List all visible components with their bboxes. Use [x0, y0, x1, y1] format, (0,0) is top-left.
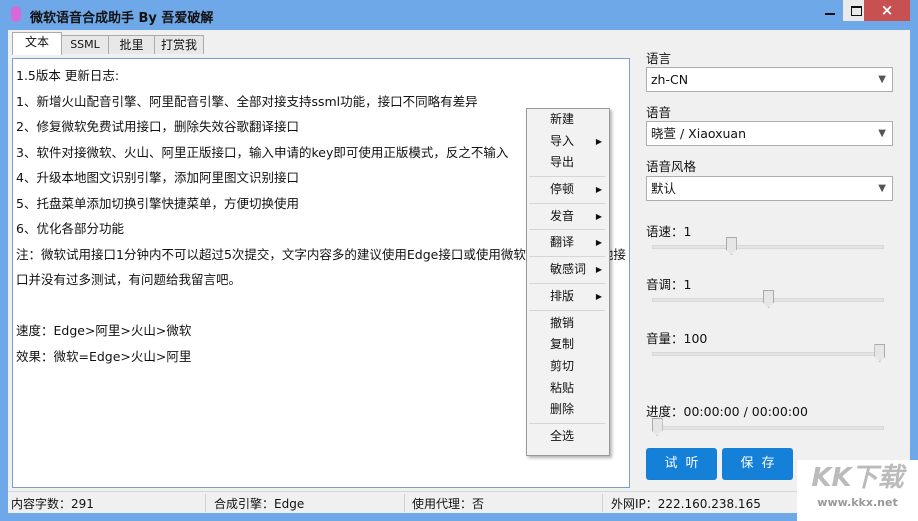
- language-select[interactable]: zh-CN ▼: [646, 67, 893, 92]
- chevron-down-icon: ▼: [878, 74, 886, 85]
- microphone-icon: [11, 6, 21, 22]
- style-label: 语音风格: [646, 159, 697, 174]
- close-button[interactable]: ×: [864, 0, 910, 21]
- submenu-arrow-icon: ▶: [595, 211, 602, 221]
- submenu-arrow-icon: ▶: [595, 238, 602, 248]
- menu-item-label: 全选: [550, 428, 575, 443]
- chevron-down-icon: ▼: [878, 128, 886, 139]
- submenu-arrow-icon: ▶: [595, 291, 602, 301]
- menu-item[interactable]: 复制: [527, 334, 609, 356]
- proxy-status: 使用代理：否: [412, 497, 485, 511]
- menu-item[interactable]: 删除: [527, 399, 609, 421]
- title-bar: 微软语音合成助手 By 吾爱破解 ×: [0, 0, 918, 30]
- language-label: 语言: [646, 51, 672, 66]
- menu-separator: [529, 309, 605, 311]
- minimize-button[interactable]: [817, 0, 843, 21]
- menu-item-label: 翻译: [550, 235, 575, 250]
- language-value: zh-CN: [651, 72, 689, 87]
- main-window: 文本 SSML 批里 打赏我 1.5版本 更新日志: 1、新增火山配音引擎、阿里…: [8, 30, 910, 513]
- slider-thumb[interactable]: [874, 344, 886, 362]
- voice-value: 晓萱 / Xiaoxuan: [651, 126, 747, 141]
- menu-item-label: 排版: [550, 288, 575, 303]
- menu-item[interactable]: 粘贴: [527, 378, 609, 400]
- menu-item-label: 导出: [550, 155, 575, 170]
- watermark-url: www.kkx.net: [817, 496, 898, 509]
- menu-item-label: 发音: [550, 208, 575, 223]
- menu-separator: [529, 202, 605, 204]
- context-menu: 新建导入 ▶ 导出停顿 ▶ 发音 ▶ 翻译 ▶ 敏感词 ▶ 排版 ▶ 撤销复制剪切粘贴删除全选: [526, 108, 610, 456]
- menu-item-label: 停顿: [550, 182, 575, 197]
- submenu-arrow-icon: ▶: [595, 185, 602, 195]
- tab-ssml[interactable]: SSML: [60, 35, 110, 54]
- menu-item-label: 删除: [550, 402, 575, 417]
- tab-batch[interactable]: 批里: [108, 35, 155, 54]
- menu-item-label: 撤销: [550, 315, 575, 330]
- menu-item-label: 复制: [550, 337, 575, 352]
- menu-item[interactable]: 新建: [527, 109, 609, 131]
- menu-item[interactable]: 撤销: [527, 313, 609, 335]
- submenu-arrow-icon: ▶: [595, 265, 602, 275]
- menu-item-label: 剪切: [550, 358, 575, 373]
- menu-item[interactable]: 全选: [527, 426, 609, 448]
- slider-thumb[interactable]: [651, 418, 663, 436]
- menu-separator: [529, 282, 605, 284]
- engine-status: 合成引擎：Edge: [214, 497, 305, 511]
- save-button[interactable]: 保存: [722, 448, 793, 480]
- watermark: KK下载 www.kkx.net: [797, 460, 918, 521]
- slider-thumb[interactable]: [763, 290, 774, 308]
- window-title: 微软语音合成助手 By 吾爱破解: [30, 11, 214, 26]
- tab-text[interactable]: 文本: [12, 32, 62, 55]
- speed-slider[interactable]: [652, 237, 884, 257]
- menu-item-label: 粘贴: [550, 380, 575, 395]
- menu-item[interactable]: 剪切: [527, 356, 609, 378]
- submenu-arrow-icon: ▶: [595, 136, 602, 146]
- menu-item-label: 新建: [550, 112, 575, 126]
- char-count: 内容字数：291: [11, 497, 94, 511]
- menu-separator: [529, 176, 605, 178]
- menu-item[interactable]: 翻译 ▶: [527, 232, 609, 254]
- menu-separator: [529, 422, 605, 424]
- menu-item-label: 敏感词: [550, 262, 587, 277]
- menu-separator: [529, 229, 605, 231]
- pitch-slider[interactable]: [652, 290, 884, 310]
- menu-item[interactable]: 导入 ▶: [527, 131, 609, 153]
- progress-slider[interactable]: [651, 418, 884, 438]
- ip-status: 外网IP：222.160.238.165: [611, 497, 761, 511]
- volume-slider[interactable]: [652, 344, 886, 364]
- style-value: 默认: [651, 181, 677, 196]
- menu-item[interactable]: 敏感词 ▶: [527, 259, 609, 281]
- slider-thumb[interactable]: [725, 237, 737, 255]
- menu-item[interactable]: 导出: [527, 152, 609, 174]
- menu-separator: [529, 256, 605, 258]
- chevron-down-icon: ▼: [878, 183, 886, 194]
- menu-item-label: 导入: [550, 133, 575, 148]
- tab-donate[interactable]: 打赏我: [154, 35, 204, 54]
- style-select[interactable]: 默认 ▼: [646, 176, 893, 201]
- menu-item[interactable]: 排版 ▶: [527, 286, 609, 308]
- voice-label: 语音: [646, 105, 672, 120]
- status-bar: 内容字数：291 合成引擎：Edge 使用代理：否 外网IP：222.160.2…: [8, 491, 910, 513]
- preview-button[interactable]: 试听: [646, 448, 717, 480]
- voice-select[interactable]: 晓萱 / Xiaoxuan ▼: [646, 121, 893, 146]
- menu-item[interactable]: 停顿 ▶: [527, 179, 609, 201]
- watermark-logo: KK下载: [811, 463, 904, 493]
- menu-item[interactable]: 发音 ▶: [527, 206, 609, 228]
